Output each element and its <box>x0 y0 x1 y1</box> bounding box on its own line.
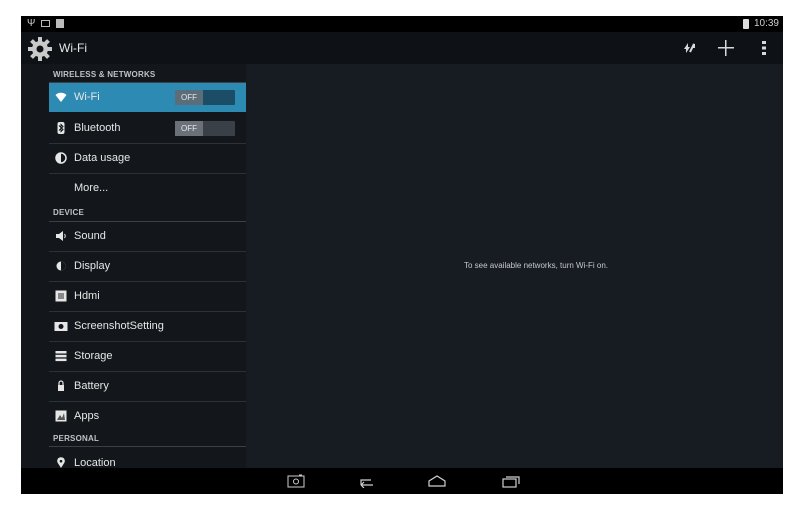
recent-apps-icon[interactable] <box>501 474 521 488</box>
sidebar-item-label: Apps <box>74 410 100 422</box>
sd-card-icon <box>56 19 64 28</box>
battery-icon <box>58 380 64 391</box>
wifi-content-pane: To see available networks, turn Wi-Fi on… <box>246 64 783 468</box>
hdmi-icon <box>55 290 67 302</box>
sidebar-item-label: Storage <box>74 350 113 362</box>
status-bar: Ψ 10:39 <box>21 16 783 32</box>
home-icon[interactable] <box>427 474 447 488</box>
apps-icon <box>55 410 67 422</box>
camera-icon <box>54 322 68 331</box>
sidebar-item-screenshot-setting[interactable]: ScreenshotSetting <box>49 312 246 341</box>
sidebar-item-bluetooth[interactable]: Bluetooth OFF <box>49 114 246 143</box>
sidebar-item-sound[interactable]: Sound <box>49 222 246 251</box>
sidebar-item-label: Battery <box>74 380 109 392</box>
sidebar-item-label: Sound <box>74 230 106 242</box>
page-title: Wi-Fi <box>59 41 87 55</box>
sidebar-item-more[interactable]: More... <box>49 174 246 203</box>
sidebar-item-hdmi[interactable]: Hdmi <box>49 282 246 311</box>
bluetooth-toggle[interactable]: OFF <box>175 121 235 136</box>
wps-icon[interactable] <box>681 40 697 56</box>
wifi-off-message: To see available networks, turn Wi-Fi on… <box>463 261 609 270</box>
section-divider <box>49 446 246 447</box>
section-header-personal: PERSONAL <box>53 434 100 443</box>
toggle-state: OFF <box>175 90 203 105</box>
wifi-toggle[interactable]: OFF <box>175 90 235 105</box>
sidebar-item-display[interactable]: Display <box>49 252 246 281</box>
sidebar-item-data-usage[interactable]: Data usage <box>49 144 246 173</box>
toggle-state: OFF <box>175 121 203 136</box>
battery-icon <box>743 19 749 29</box>
settings-gear-icon[interactable] <box>27 36 53 62</box>
bluetooth-icon <box>57 122 65 134</box>
add-network-icon[interactable] <box>717 39 735 57</box>
sidebar-item-battery[interactable]: Battery <box>49 372 246 401</box>
storage-icon <box>55 351 67 362</box>
sidebar-item-wifi[interactable]: Wi-Fi OFF <box>49 83 246 112</box>
sidebar-item-label: Location <box>74 457 116 468</box>
android-screen: Ψ 10:39 Wi-Fi WIRELESS & NETWORKS Wi-Fi … <box>21 16 783 494</box>
sidebar-item-storage[interactable]: Storage <box>49 342 246 371</box>
action-bar: Wi-Fi <box>21 32 783 64</box>
sidebar-item-label: Wi-Fi <box>74 91 100 103</box>
sidebar-item-label: Data usage <box>74 152 131 164</box>
data-usage-icon <box>55 152 67 164</box>
wifi-icon <box>55 92 67 102</box>
sidebar-item-location[interactable]: Location <box>49 449 246 468</box>
display-icon <box>56 261 66 271</box>
settings-sidebar: WIRELESS & NETWORKS Wi-Fi OFF Bluetooth … <box>21 64 246 468</box>
sidebar-item-label: Display <box>74 260 111 272</box>
location-icon <box>57 457 65 468</box>
sound-icon <box>56 231 66 241</box>
sidebar-item-apps[interactable]: Apps <box>49 402 246 431</box>
overflow-menu-icon[interactable] <box>761 40 767 56</box>
sidebar-item-label: More... <box>74 182 109 194</box>
sidebar-item-label: Bluetooth <box>74 122 121 134</box>
screenshot-icon[interactable] <box>286 474 306 488</box>
navigation-bar <box>21 468 783 494</box>
back-icon[interactable] <box>356 474 376 488</box>
section-header-device: DEVICE <box>53 208 84 217</box>
sidebar-item-label: Hdmi <box>74 290 100 302</box>
usb-icon: Ψ <box>27 18 36 29</box>
status-time: 10:39 <box>753 18 779 29</box>
debug-icon <box>41 20 50 27</box>
sidebar-item-label: ScreenshotSetting <box>74 320 164 332</box>
section-header-wireless: WIRELESS & NETWORKS <box>53 70 156 79</box>
